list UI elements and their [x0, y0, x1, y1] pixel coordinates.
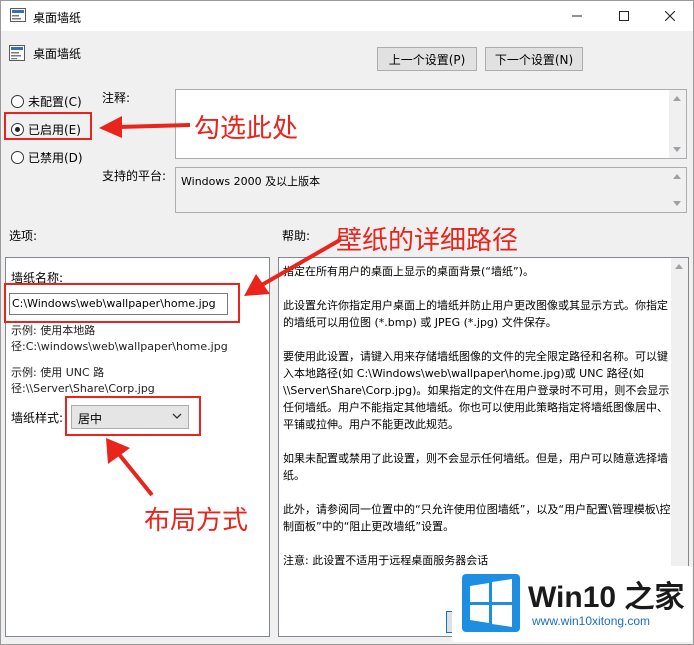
local-path-example: 示例: 使用本地路 径:C:\windows\web\wallpaper\hom… [11, 323, 228, 355]
wallpaper-style-label: 墙纸样式: [11, 411, 64, 425]
platform-scrollbar[interactable] [669, 168, 686, 212]
example-text: 示例: 使用 UNC 路 [11, 366, 105, 379]
help-label: 帮助: [282, 229, 311, 243]
radio-enabled[interactable]: 已启用(E) [11, 121, 81, 138]
platform-label: 支持的平台: [102, 169, 167, 183]
radio-label: 已禁用(D) [28, 151, 83, 165]
radio-label: 未配置(C) [28, 95, 82, 109]
close-icon [665, 11, 675, 21]
platform-value: Windows 2000 及以上版本 [181, 175, 321, 188]
radio-disabled[interactable]: 已禁用(D) [11, 149, 83, 166]
chevron-down-icon [172, 413, 182, 419]
title-bar: 桌面墙纸 [1, 1, 693, 31]
previous-setting-button[interactable]: 上一个设置(P) [377, 47, 477, 71]
help-paragraph: 此外，请参阅同一位置中的“只允许使用位图墙纸”，以及“用户配置\管理模板\控制面… [283, 503, 671, 533]
minimize-button[interactable] [554, 1, 600, 31]
platform-field: Windows 2000 及以上版本 [175, 167, 687, 213]
path-hint-annotation: 壁纸的详细路径 [336, 226, 519, 256]
help-text: 指定在所有用户的桌面上显示的桌面背景(“墙纸”)。 此设置允许你指定用户桌面上的… [283, 263, 673, 586]
example-text: 径:\\Server\Share\Corp.jpg [11, 382, 155, 395]
maximize-icon [619, 11, 629, 21]
comment-label: 注释: [102, 91, 131, 105]
window-title: 桌面墙纸 [33, 11, 82, 25]
example-text: 示例: 使用本地路 [11, 324, 96, 337]
wallpaper-name-label: 墙纸名称: [11, 271, 64, 285]
watermark-url: www.win10xitong.com [532, 614, 651, 628]
unc-path-example: 示例: 使用 UNC 路 径:\\Server\Share\Corp.jpg [11, 365, 155, 397]
example-text: 径:C:\windows\web\wallpaper\home.jpg [11, 340, 228, 353]
radio-button[interactable] [11, 95, 24, 108]
selected-style: 居中 [78, 412, 103, 426]
help-paragraph: 如果未配置或禁用了此设置，则不会显示任何墙纸。但是，用户可以随意选择墙纸。 [283, 452, 668, 482]
scroll-up-icon[interactable] [673, 96, 681, 101]
help-paragraph: 此设置允许你指定用户桌面上的墙纸并防止用户更改图像或其显示方式。你指定的墙纸可以… [283, 299, 668, 329]
scroll-up-icon[interactable] [673, 174, 681, 179]
layout-hint-annotation: 布局方式 [144, 506, 249, 536]
maximize-button[interactable] [601, 1, 647, 31]
watermark-title: Win10 之家 [528, 581, 685, 614]
policy-setting-icon [9, 45, 25, 61]
windows-logo-icon [462, 574, 520, 632]
scroll-up-icon[interactable] [675, 264, 683, 269]
wallpaper-style-select[interactable]: 居中 [71, 405, 189, 429]
scroll-down-icon[interactable] [673, 147, 681, 152]
policy-setting-icon [10, 8, 26, 22]
radio-button[interactable] [11, 151, 24, 164]
site-watermark: Win10 之家 www.win10xitong.com [452, 566, 692, 642]
radio-button[interactable] [11, 123, 24, 136]
scroll-down-icon[interactable] [673, 201, 681, 206]
close-button[interactable] [647, 1, 693, 31]
radio-not-configured[interactable]: 未配置(C) [11, 93, 82, 110]
enable-hint-annotation: 勾选此处 [194, 114, 299, 144]
minimize-icon [572, 15, 582, 17]
help-paragraph: 要使用此设置，请键入用来存储墙纸图像的文件的完全限定路径和名称。可以键入本地路径… [283, 350, 670, 431]
policy-dialog: 桌面墙纸 桌面墙纸 上一个设置(P) 下一个设置(N) 未配置(C) 已启用(E… [0, 0, 694, 645]
wallpaper-path-input[interactable]: C:\Windows\web\wallpaper\home.jpg [9, 293, 228, 315]
comment-scrollbar[interactable] [669, 90, 686, 158]
next-setting-button[interactable]: 下一个设置(N) [485, 47, 583, 71]
options-label: 选项: [9, 229, 38, 243]
page-title: 桌面墙纸 [33, 47, 82, 61]
radio-label: 已启用(E) [28, 123, 81, 137]
help-paragraph: 指定在所有用户的桌面上显示的桌面背景(“墙纸”)。 [283, 265, 534, 278]
